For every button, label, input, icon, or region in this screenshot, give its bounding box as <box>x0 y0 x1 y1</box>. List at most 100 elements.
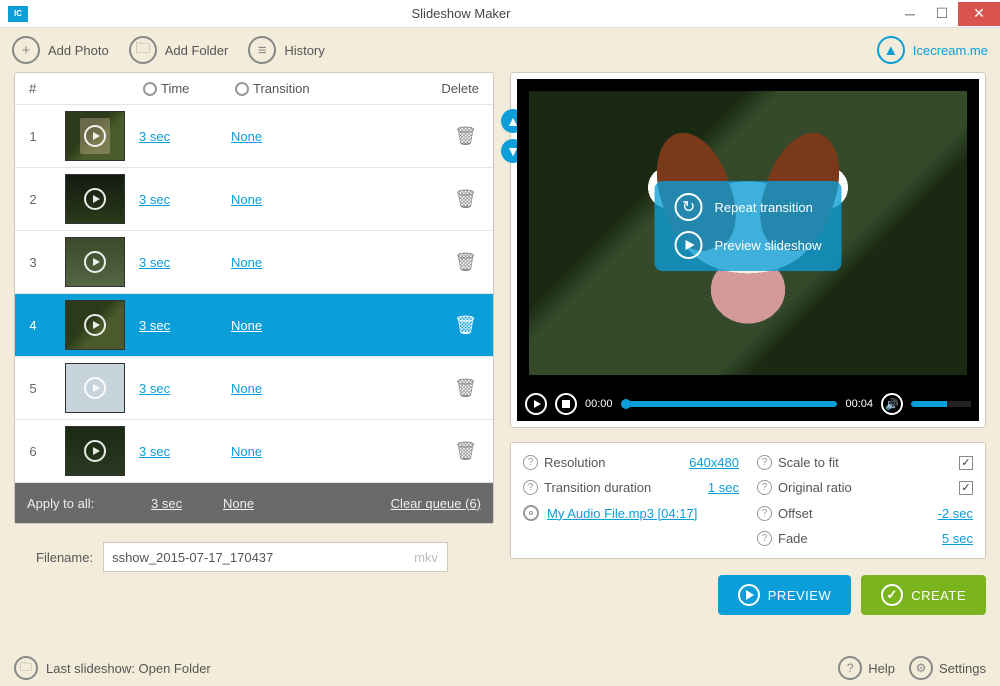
repeat-label: Repeat transition <box>715 200 813 215</box>
clear-queue-link[interactable]: Clear queue (6) <box>391 496 481 511</box>
play-icon <box>84 314 106 336</box>
offset-label: Offset <box>778 506 812 521</box>
time-link[interactable]: 3 sec <box>139 318 170 333</box>
help-icon[interactable]: ? <box>757 531 772 546</box>
stop-button[interactable] <box>555 393 577 415</box>
preview-button[interactable]: PREVIEW <box>718 575 851 615</box>
transition-link[interactable]: None <box>231 129 262 144</box>
plus-icon: + <box>12 36 40 64</box>
disc-icon <box>523 505 539 521</box>
trash-icon[interactable]: 🗑 <box>454 441 477 461</box>
transition-link[interactable]: None <box>231 192 262 207</box>
trash-icon[interactable]: 🗑 <box>454 252 477 272</box>
time-link[interactable]: 3 sec <box>139 381 170 396</box>
thumbnail[interactable] <box>65 300 125 350</box>
app-icon: IC <box>8 6 28 22</box>
trash-icon[interactable]: 🗑 <box>454 378 477 398</box>
row-index: 6 <box>15 444 51 459</box>
folder-icon[interactable]: 🗀 <box>14 656 38 680</box>
table-row[interactable]: 5 3 sec None 🗑 <box>15 357 493 420</box>
table-row[interactable]: 6 3 sec None 🗑 <box>15 420 493 483</box>
apply-all-label: Apply to all: <box>27 496 151 511</box>
add-folder-label: Add Folder <box>165 43 229 58</box>
help-icon[interactable]: ? <box>757 455 772 470</box>
maximize-button[interactable]: ☐ <box>926 2 958 26</box>
check-icon <box>881 584 903 606</box>
thumbnail[interactable] <box>65 426 125 476</box>
apply-all-bar: Apply to all: 3 sec None Clear queue (6) <box>15 483 493 523</box>
help-button[interactable]: ?Help <box>838 656 895 680</box>
repeat-transition-button[interactable]: Repeat transition <box>675 193 822 221</box>
add-photo-button[interactable]: + Add Photo <box>12 36 109 64</box>
time-link[interactable]: 3 sec <box>139 444 170 459</box>
table-row[interactable]: 4 3 sec None 🗑 <box>15 294 493 357</box>
transition-duration-value[interactable]: 1 sec <box>708 480 739 495</box>
last-slideshow-link[interactable]: Last slideshow: Open Folder <box>46 661 211 676</box>
create-button-label: CREATE <box>911 588 966 603</box>
help-icon[interactable]: ? <box>757 480 772 495</box>
history-button[interactable]: ≡ History <box>248 36 324 64</box>
settings-label: Settings <box>939 661 986 676</box>
trash-icon[interactable]: 🗑 <box>454 315 477 335</box>
row-index: 2 <box>15 192 51 207</box>
resolution-value[interactable]: 640x480 <box>689 455 739 470</box>
filename-input[interactable] <box>103 542 448 572</box>
minimize-button[interactable]: ─ <box>894 2 926 26</box>
apply-all-time[interactable]: 3 sec <box>151 496 223 511</box>
row-index: 4 <box>15 318 51 333</box>
thumbnail[interactable] <box>65 363 125 413</box>
transition-link[interactable]: None <box>231 381 262 396</box>
ratio-checkbox[interactable]: ✓ <box>959 481 973 495</box>
seek-track[interactable] <box>621 401 838 407</box>
volume-icon[interactable]: 🔊 <box>881 393 903 415</box>
trash-icon[interactable]: 🗑 <box>454 126 477 146</box>
transition-link[interactable]: None <box>231 318 262 333</box>
help-icon[interactable]: ? <box>757 506 772 521</box>
apply-all-transition[interactable]: None <box>223 496 313 511</box>
resolution-label: Resolution <box>544 455 605 470</box>
window-title: Slideshow Maker <box>28 6 894 21</box>
time-link[interactable]: 3 sec <box>139 129 170 144</box>
row-index: 5 <box>15 381 51 396</box>
add-folder-button[interactable]: 🗀 Add Folder <box>129 36 229 64</box>
brand-icon: ▲ <box>877 36 905 64</box>
scale-label: Scale to fit <box>778 455 839 470</box>
time-link[interactable]: 3 sec <box>139 255 170 270</box>
thumbnail[interactable] <box>65 111 125 161</box>
play-icon <box>738 584 760 606</box>
audio-file-link[interactable]: My Audio File.mp3 [04:17] <box>547 506 697 521</box>
repeat-icon <box>675 193 703 221</box>
table-row[interactable]: 2 3 sec None 🗑 <box>15 168 493 231</box>
volume-track[interactable] <box>911 401 971 407</box>
fade-label: Fade <box>778 531 808 546</box>
video-preview[interactable]: Repeat transition Preview slideshow <box>517 79 979 387</box>
time-current: 00:00 <box>585 398 613 410</box>
preview-slideshow-button[interactable]: Preview slideshow <box>675 231 822 259</box>
settings-button[interactable]: ⚙Settings <box>909 656 986 680</box>
original-ratio-label: Original ratio <box>778 480 852 495</box>
transition-link[interactable]: None <box>231 255 262 270</box>
time-link[interactable]: 3 sec <box>139 192 170 207</box>
play-button[interactable] <box>525 393 547 415</box>
thumbnail[interactable] <box>65 174 125 224</box>
help-icon: ? <box>838 656 862 680</box>
help-icon[interactable]: ? <box>523 455 538 470</box>
transition-link[interactable]: None <box>231 444 262 459</box>
table-row[interactable]: 1 3 sec None 🗑 <box>15 105 493 168</box>
play-icon <box>675 231 703 259</box>
play-icon <box>84 188 106 210</box>
help-icon[interactable]: ? <box>523 480 538 495</box>
trash-icon[interactable]: 🗑 <box>454 189 477 209</box>
add-photo-label: Add Photo <box>48 43 109 58</box>
player-controls: 00:00 00:04 🔊 <box>517 387 979 421</box>
create-button[interactable]: CREATE <box>861 575 986 615</box>
fade-value[interactable]: 5 sec <box>942 531 973 546</box>
row-index: 3 <box>15 255 51 270</box>
table-row[interactable]: 3 3 sec None 🗑 <box>15 231 493 294</box>
offset-value[interactable]: -2 sec <box>938 506 973 521</box>
preview-panel: Repeat transition Preview slideshow 00:0… <box>510 72 986 428</box>
scale-checkbox[interactable]: ✓ <box>959 456 973 470</box>
thumbnail[interactable] <box>65 237 125 287</box>
close-button[interactable]: ✕ <box>958 2 1000 26</box>
brand-link[interactable]: ▲ Icecream.me <box>877 36 988 64</box>
